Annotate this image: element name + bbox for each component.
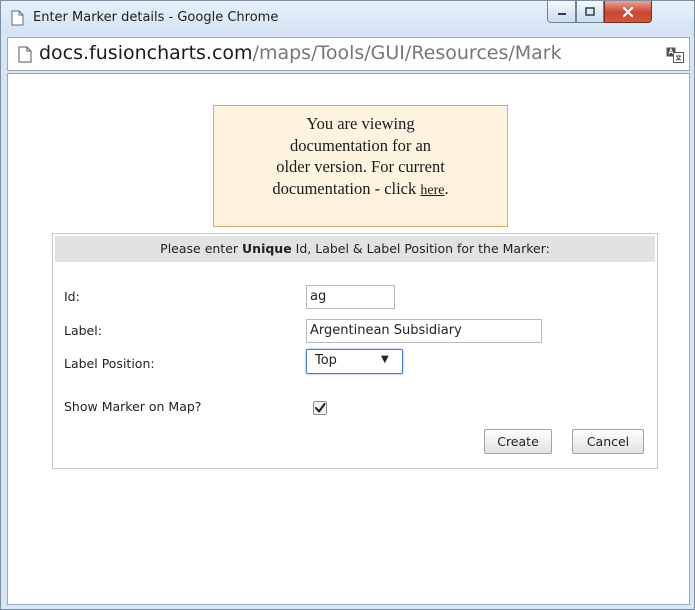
notice-line: older version. For current	[276, 157, 445, 176]
maximize-icon	[585, 6, 595, 16]
label-position-label: Label Position:	[64, 356, 155, 371]
notice-line: documentation - click here.	[214, 178, 507, 202]
window-title: Enter Marker details - Google Chrome	[33, 10, 279, 25]
form-header: Please enter Unique Id, Label & Label Po…	[55, 236, 655, 262]
id-label: Id:	[64, 289, 80, 304]
browser-window: Enter Marker details - Google Chrome doc…	[0, 0, 695, 610]
header-text: Please enter	[160, 241, 243, 256]
label-input[interactable]: Argentinean Subsidiary	[306, 319, 542, 343]
header-text: Id, Label & Label Position for the Marke…	[291, 241, 550, 256]
notice-text: documentation - click	[272, 178, 421, 198]
checkmark-icon	[315, 403, 326, 413]
chevron-down-icon: ▼	[381, 354, 389, 365]
marker-form: Please enter Unique Id, Label & Label Po…	[52, 233, 658, 469]
create-button[interactable]: Create	[484, 429, 552, 454]
version-notice: You are viewing documentation for an old…	[213, 105, 508, 227]
close-icon	[622, 6, 634, 17]
url-path: /maps/Tools/GUI/Resources/Mark	[252, 42, 562, 64]
url-domain: docs.fusioncharts.com	[39, 42, 253, 64]
select-value: Top	[315, 353, 337, 368]
minimize-icon	[557, 12, 566, 15]
notice-line: documentation for an	[289, 135, 432, 155]
maximize-button[interactable]	[576, 1, 604, 23]
translate-icon[interactable]	[666, 47, 684, 63]
label-label: Label:	[64, 323, 102, 338]
cancel-button[interactable]: Cancel	[572, 429, 644, 454]
page-content: You are viewing documentation for an old…	[7, 73, 690, 605]
notice-line: You are viewing	[306, 114, 415, 133]
title-bar[interactable]: Enter Marker details - Google Chrome	[1, 1, 694, 35]
header-bold-text: Unique	[242, 241, 292, 256]
page-icon	[11, 10, 24, 26]
show-marker-label: Show Marker on Map?	[64, 399, 202, 414]
here-link[interactable]: here	[420, 183, 444, 198]
address-bar[interactable]: docs.fusioncharts.com/maps/Tools/GUI/Res…	[7, 37, 690, 71]
page-icon	[18, 46, 32, 63]
id-input[interactable]: ag	[306, 285, 395, 309]
notice-text: .	[444, 178, 449, 198]
label-position-select[interactable]: Top ▼	[306, 349, 403, 374]
close-button[interactable]	[604, 1, 652, 23]
show-marker-checkbox[interactable]	[313, 401, 327, 415]
url-text[interactable]: docs.fusioncharts.com/maps/Tools/GUI/Res…	[39, 42, 659, 64]
minimize-button[interactable]	[547, 1, 576, 23]
